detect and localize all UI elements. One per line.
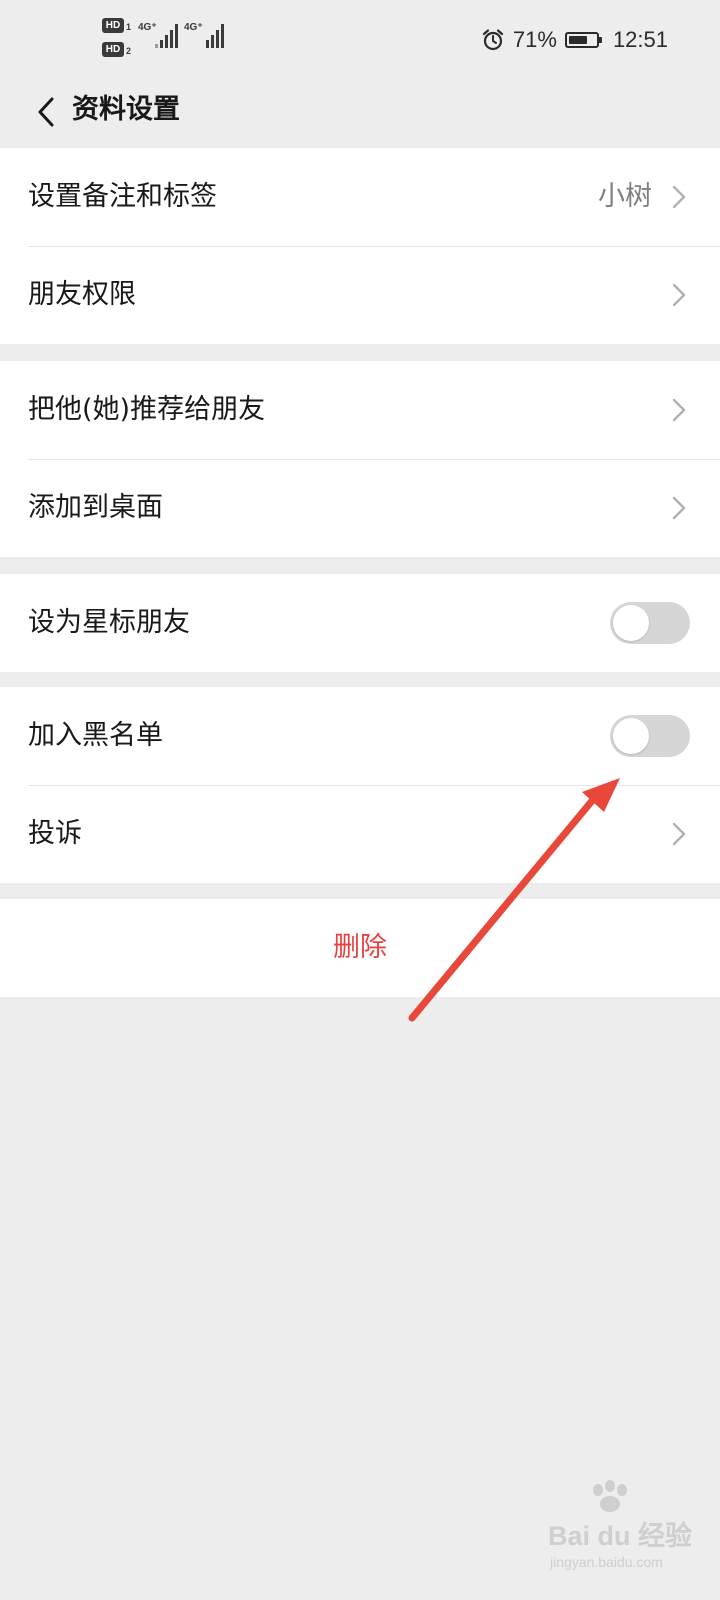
row-star-friend: 设为星标朋友 — [0, 574, 720, 672]
battery-cap — [598, 37, 602, 43]
hd-indicators: HD 1 HD 2 — [102, 18, 142, 62]
row-label: 添加到桌面 — [28, 492, 163, 523]
battery-level — [568, 36, 587, 44]
back-button[interactable] — [18, 84, 74, 140]
delete-button[interactable]: 删除 — [0, 899, 720, 997]
battery-icon — [564, 32, 602, 48]
baidu-watermark: Bai du 经验 jingyan.baidu.com — [548, 1480, 698, 1580]
chevron-right-icon — [672, 185, 686, 209]
chevron-right-icon — [672, 398, 686, 422]
row-friend-permissions[interactable]: 朋友权限 — [0, 246, 720, 344]
paw-logo-icon — [593, 1480, 627, 1512]
watermark-url: jingyan.baidu.com — [550, 1554, 663, 1570]
page-title: 资料设置 — [72, 94, 180, 125]
settings-group-star: 设为星标朋友 — [0, 574, 720, 672]
row-complain[interactable]: 投诉 — [0, 785, 720, 883]
signal-sim1: 4G⁺ — [138, 20, 182, 54]
watermark-text: Bai du 经验 — [548, 1521, 693, 1551]
status-right: 71% 12:51 — [481, 22, 668, 58]
hd-icon: HD — [102, 18, 124, 33]
remark-value: 小树 — [598, 181, 652, 212]
signal-icon — [206, 24, 224, 48]
delete-group: 删除 — [0, 899, 720, 997]
row-label: 加入黑名单 — [28, 720, 163, 751]
settings-group-block: 加入黑名单 投诉 — [0, 687, 720, 883]
hd-icon: HD — [102, 42, 124, 57]
signal-icon — [155, 24, 178, 48]
status-bar: HD 1 HD 2 4G⁺ 4G⁺ 71% 12:51 — [0, 0, 720, 80]
row-blacklist: 加入黑名单 — [0, 687, 720, 785]
chevron-left-icon — [38, 97, 54, 127]
sim2-number: 2 — [126, 46, 132, 56]
nav-bar: 资料设置 — [0, 80, 720, 148]
row-label: 设置备注和标签 — [28, 181, 217, 212]
chevron-right-icon — [672, 283, 686, 307]
battery-percent: 71% — [512, 27, 557, 52]
row-label: 投诉 — [28, 818, 82, 849]
clock-time: 12:51 — [612, 27, 668, 52]
signal-sim2: 4G⁺ — [184, 20, 228, 54]
row-recommend-to-friend[interactable]: 把他(她)推荐给朋友 — [0, 361, 720, 459]
row-add-to-desktop[interactable]: 添加到桌面 — [0, 459, 720, 557]
row-label: 朋友权限 — [28, 279, 136, 310]
star-friend-toggle[interactable] — [610, 602, 690, 644]
toggle-knob — [613, 605, 649, 641]
chevron-right-icon — [672, 496, 686, 520]
alarm-icon — [482, 29, 503, 51]
sim1-number: 1 — [126, 22, 132, 32]
toggle-knob — [613, 718, 649, 754]
row-label: 设为星标朋友 — [28, 607, 190, 638]
settings-group-share: 把他(她)推荐给朋友 添加到桌面 — [0, 361, 720, 557]
row-label: 把他(她)推荐给朋友 — [28, 394, 266, 425]
row-remark-tags[interactable]: 设置备注和标签 小树 — [0, 148, 720, 246]
blacklist-toggle[interactable] — [610, 715, 690, 757]
settings-group-remark: 设置备注和标签 小树 朋友权限 — [0, 148, 720, 344]
chevron-right-icon — [672, 822, 686, 846]
